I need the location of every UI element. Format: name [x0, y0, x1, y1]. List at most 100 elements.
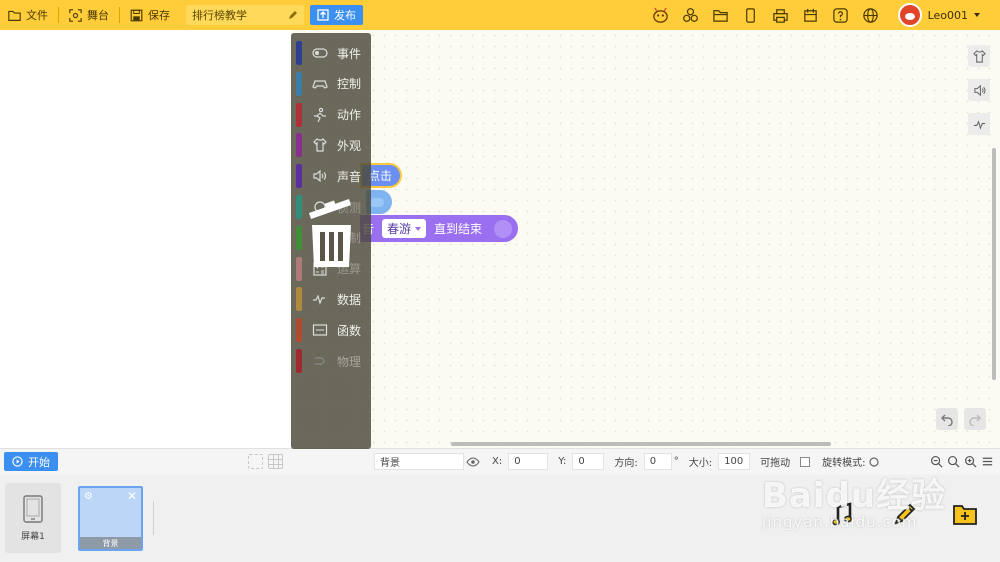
project-name-field[interactable]: 排行榜教学: [186, 5, 304, 25]
play-sound-until-done-block[interactable]: 音 春游 直到结束: [360, 215, 518, 242]
mascot-icon: [653, 7, 668, 23]
category-color-bar: [296, 318, 302, 343]
sound-dropdown[interactable]: 春游: [382, 219, 427, 238]
folder-button[interactable]: [706, 0, 736, 30]
draggable-checkbox[interactable]: [800, 456, 811, 467]
stage-button[interactable]: 舞台: [61, 0, 117, 30]
publish-label: 发布: [334, 9, 356, 22]
help-button[interactable]: [826, 0, 856, 30]
y-field[interactable]: 0: [572, 453, 605, 470]
close-icon[interactable]: ✕: [127, 489, 137, 503]
horizontal-scrollbar[interactable]: [451, 442, 831, 446]
y-label: Y:: [558, 456, 567, 467]
x-label: X:: [492, 456, 503, 467]
zoom-reset-icon[interactable]: [947, 455, 960, 468]
redo-icon: [969, 414, 981, 426]
user-name: Leo001: [927, 8, 968, 22]
runner-icon: [314, 107, 326, 122]
gear-icon[interactable]: ⚙: [84, 491, 93, 502]
divider: [153, 501, 154, 535]
calendar-button[interactable]: [796, 0, 826, 30]
function-icon: [312, 324, 328, 336]
tablet-icon: [23, 494, 43, 523]
folder-open-icon: [713, 9, 728, 22]
zoom-in-icon[interactable]: [964, 455, 977, 468]
data-tool-button[interactable]: [968, 113, 990, 135]
category-color-bar: [296, 256, 302, 281]
file-menu-button[interactable]: 文件: [0, 0, 56, 30]
publish-button[interactable]: 发布: [310, 5, 363, 25]
x-value: 0: [514, 456, 521, 467]
costume-tool-button[interactable]: [968, 45, 990, 67]
palette-category-item[interactable]: 控制: [296, 71, 366, 96]
grid-icon[interactable]: [268, 454, 283, 469]
undo-icon: [941, 414, 953, 426]
size-field[interactable]: 100: [718, 453, 751, 470]
event-block-text: 点击: [368, 169, 393, 183]
sprite-name-field[interactable]: 背景: [374, 453, 464, 470]
category-color-bar: [296, 287, 302, 312]
eye-icon[interactable]: [466, 455, 480, 469]
palette-category-item[interactable]: 动作: [296, 102, 366, 127]
save-icon: [130, 9, 143, 21]
mascot-button[interactable]: [646, 0, 676, 30]
y-value: 0: [578, 456, 585, 467]
upload-icon: [317, 9, 329, 21]
gamepad-icon: [312, 80, 328, 89]
trash-icon[interactable]: [309, 199, 354, 269]
rotation-mode-icon[interactable]: [868, 456, 880, 468]
app-window: 文件 舞台 保存 排行榜教学 发布 Leo001 开始 点击 春游 直到结束 事…: [0, 0, 1000, 562]
speaker-icon: [313, 169, 326, 183]
undo-button[interactable]: [936, 408, 958, 430]
shirt-icon: [313, 138, 327, 152]
palette-category-item[interactable]: 声音: [296, 164, 366, 189]
watermark-logo: Baidu经验 jingyan.baidu.com: [762, 468, 946, 531]
palette-category-item[interactable]: 物理: [296, 349, 366, 373]
stage-canvas[interactable]: [0, 30, 291, 448]
device-button[interactable]: [736, 0, 766, 30]
x-field[interactable]: 0: [508, 453, 549, 470]
category-color-bar: [296, 71, 302, 96]
toggle-icon: [370, 197, 384, 207]
save-button[interactable]: 保存: [122, 0, 178, 30]
category-label: 函数: [337, 323, 362, 338]
palette-category-item[interactable]: 事件: [296, 41, 366, 65]
screen-item[interactable]: 屏幕1: [5, 483, 61, 553]
palette-category-item[interactable]: 函数: [296, 318, 366, 343]
folder-add-icon: [953, 505, 977, 525]
language-button[interactable]: [856, 0, 886, 30]
zoom-out-icon[interactable]: [930, 455, 943, 468]
sound-tool-button[interactable]: [968, 79, 990, 101]
palette-category-item[interactable]: 外观: [296, 133, 366, 158]
add-folder-button[interactable]: [950, 499, 980, 529]
category-color-bar: [296, 133, 302, 158]
user-menu[interactable]: Leo001: [897, 3, 1000, 27]
print-button[interactable]: [766, 0, 796, 30]
menu-icon[interactable]: [981, 455, 994, 468]
category-label: 物理: [337, 354, 362, 369]
topbar-right-tools: Leo001: [646, 0, 1000, 30]
speaker-icon: [973, 84, 985, 96]
sprite-label: 背景: [80, 537, 141, 549]
sound-dropdown-value: 春游: [387, 222, 412, 236]
sprite-thumbnail-background[interactable]: ⚙ ✕ 背景: [78, 486, 143, 551]
start-button[interactable]: 开始: [4, 452, 58, 471]
size-label: 大小:: [688, 458, 713, 469]
palette-category-item[interactable]: 数据: [296, 287, 366, 312]
category-color-bar: [296, 102, 302, 127]
category-label: 数据: [337, 292, 362, 307]
start-label: 开始: [28, 455, 50, 469]
redo-button[interactable]: [964, 408, 986, 430]
fullscreen-icon[interactable]: [248, 454, 263, 469]
vertical-scrollbar[interactable]: [992, 148, 996, 380]
direction-value: 0: [649, 456, 657, 467]
category-color-bar: [296, 349, 302, 373]
stage-icon: [69, 8, 82, 22]
data-icon: [313, 294, 325, 306]
shirt-icon: [972, 49, 986, 63]
direction-label: 方向:: [614, 458, 638, 469]
calendar-icon: [804, 8, 817, 22]
direction-field[interactable]: 0: [643, 453, 672, 470]
stage-control-bar: 开始: [0, 448, 370, 474]
extensions-button[interactable]: [676, 0, 706, 30]
